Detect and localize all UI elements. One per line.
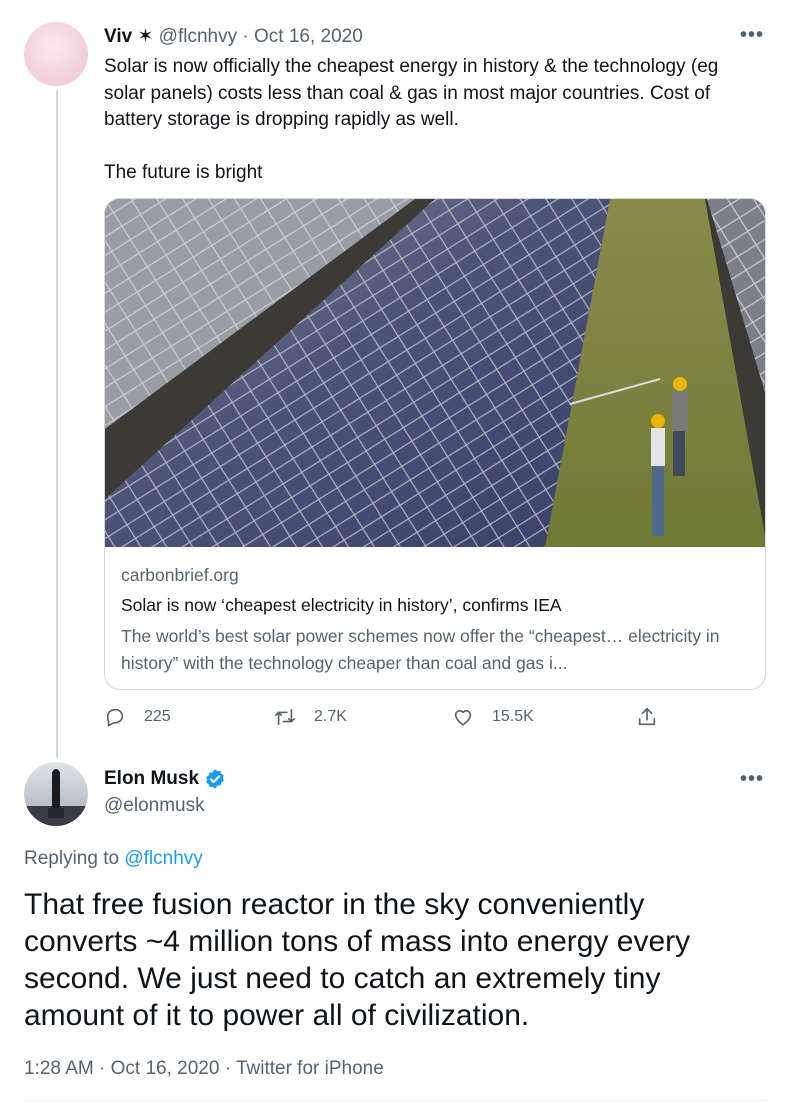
share-button[interactable] [636,706,658,728]
author-name[interactable]: Viv [104,26,132,47]
replying-to-handle-link[interactable]: @flcnhvy [124,848,202,869]
thread-connector-line [56,90,58,758]
more-horizontal-icon[interactable]: ••• [740,768,764,791]
like-count: 15.5K [492,708,534,725]
link-card[interactable]: carbonbrief.org Solar is now ‘cheapest e… [104,198,766,690]
main-tweet-text: That free fusion reactor in the sky conv… [24,888,691,1032]
share-icon [638,707,656,726]
like-button[interactable]: 15.5K [452,706,534,728]
reply-icon [106,708,124,727]
separator: · [242,26,249,47]
author-handle[interactable]: @elonmusk [104,795,205,817]
card-domain: carbonbrief.org [121,565,239,585]
card-title: Solar is now ‘cheapest electricity in hi… [121,595,562,615]
author-name[interactable]: Elon Musk [104,768,199,790]
tweet-date[interactable]: Oct 16, 2020 [254,26,363,47]
tweet-time[interactable]: 1:28 AM [24,1058,94,1079]
verified-badge-icon [206,769,224,789]
reply-button[interactable]: 225 [104,706,171,728]
retweet-icon [275,708,295,726]
retweet-button[interactable]: 2.7K [274,706,347,728]
action-bar: 225 2.7K 15.5K [104,706,664,734]
author-name-row: Elon Musk [104,768,226,790]
parent-tweet-text: Solar is now officially the cheapest ene… [104,56,719,183]
name-star-glyph: ✶ [137,26,154,47]
avatar[interactable] [24,22,88,86]
avatar[interactable] [24,762,88,826]
replying-to: Replying to @flcnhvy [24,848,203,870]
tweet-timestamp: 1:28 AM · Oct 16, 2020 · Twitter for iPh… [24,1058,384,1080]
reply-count: 225 [144,708,171,725]
like-icon [454,710,472,726]
tweet-date[interactable]: Oct 16, 2020 [111,1058,220,1079]
replying-prefix: Replying to [24,848,120,869]
parent-tweet-header: Viv ✶ @flcnhvy · Oct 16, 2020 [104,25,363,49]
author-handle[interactable]: @flcnhvy [159,26,237,47]
retweet-count: 2.7K [314,708,347,725]
divider [24,1100,766,1101]
card-description: The world’s best solar power schemes now… [121,626,720,673]
separator: · [224,1058,232,1079]
solar-panels-photo [105,199,765,547]
separator: · [99,1058,106,1079]
tweet-source[interactable]: Twitter for iPhone [236,1058,384,1079]
more-horizontal-icon[interactable]: ••• [740,24,764,47]
